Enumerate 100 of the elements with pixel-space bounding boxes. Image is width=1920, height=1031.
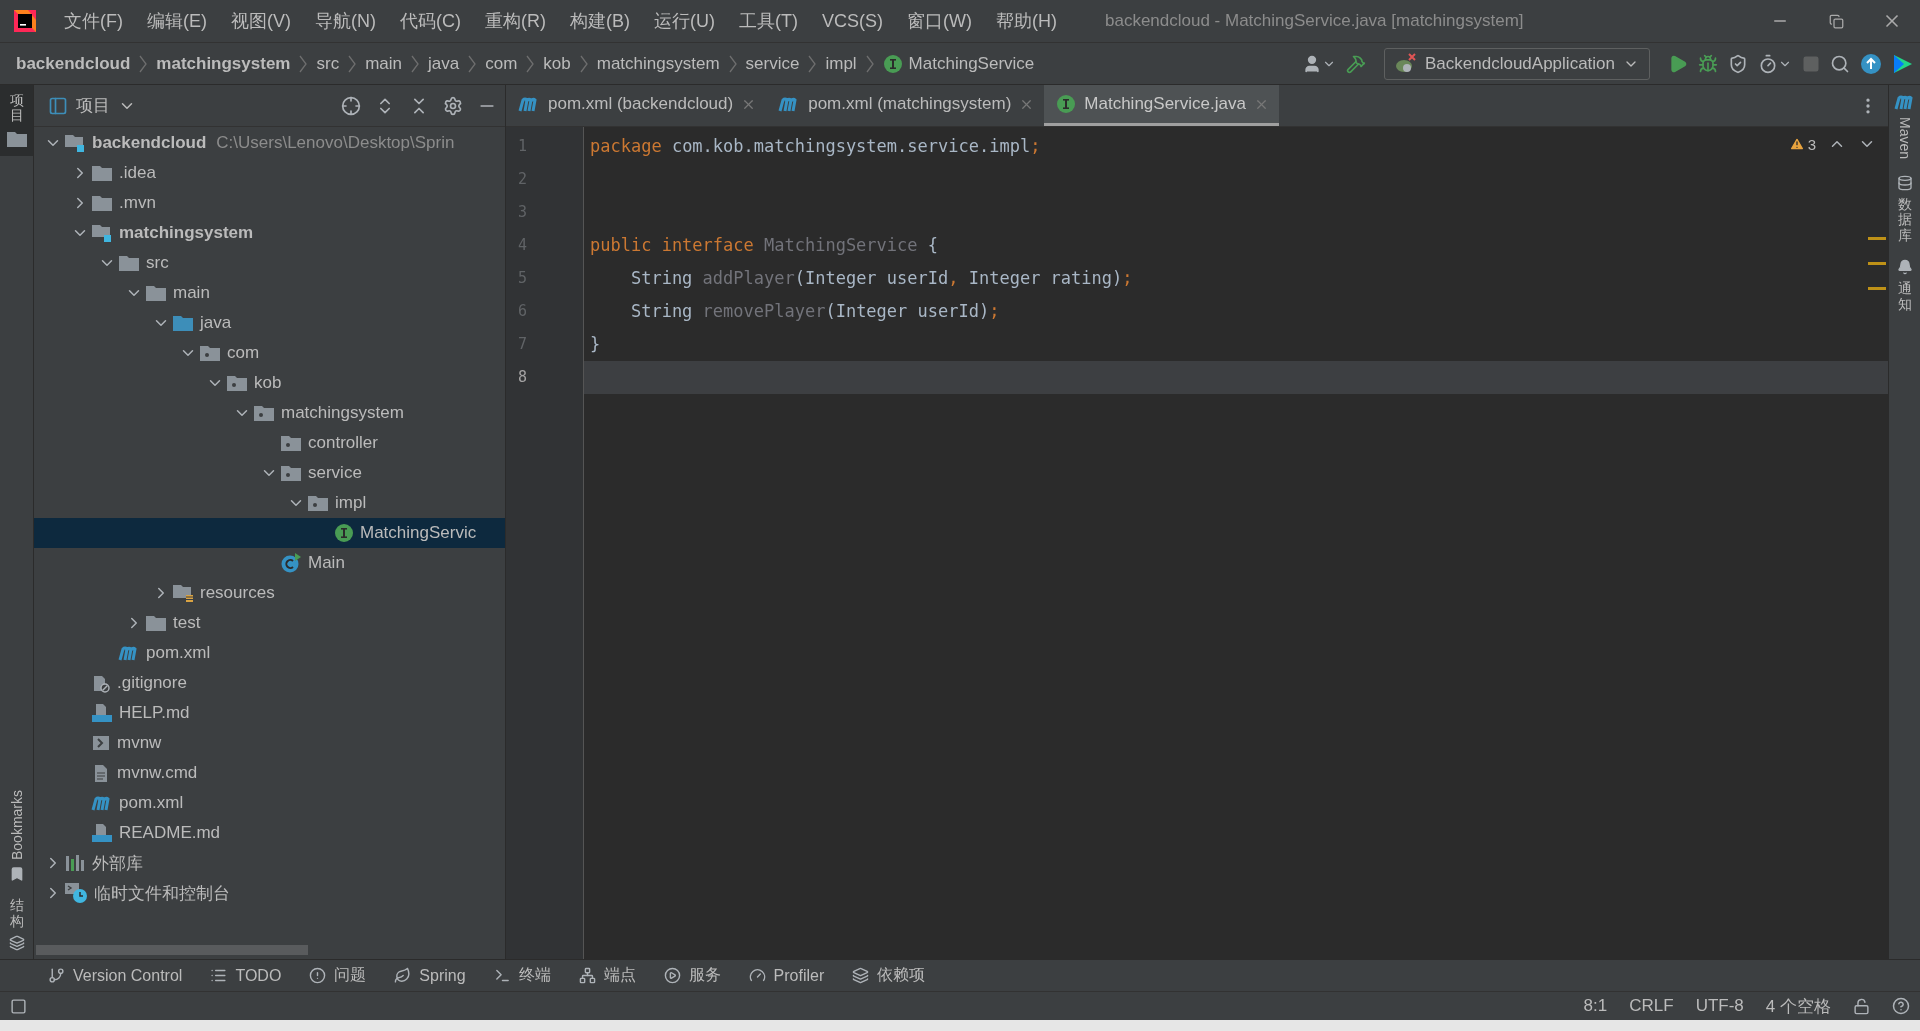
update-icon[interactable] xyxy=(1860,52,1882,75)
tree-item[interactable]: mvnw xyxy=(34,728,505,758)
breadcrumb[interactable]: matchingsystem xyxy=(156,53,291,74)
tree-item[interactable]: java xyxy=(34,308,505,338)
tree-item[interactable]: com xyxy=(34,338,505,368)
tool-window-tab[interactable]: 依赖项 xyxy=(852,965,926,986)
breadcrumb[interactable]: impl xyxy=(825,53,857,74)
tree-item[interactable]: mvnw.cmd xyxy=(34,758,505,788)
menu-item[interactable]: 构建(B) xyxy=(558,9,642,33)
breadcrumb[interactable]: kob xyxy=(543,53,571,74)
tool-window-tab[interactable]: 端点 xyxy=(578,965,636,986)
editor-tab[interactable]: pom.xml (backendcloud) xyxy=(506,85,767,126)
tree-item-label: test xyxy=(173,613,201,633)
debug-icon[interactable] xyxy=(1698,53,1718,74)
tree-item[interactable]: kob xyxy=(34,368,505,398)
status-item[interactable]: CRLF xyxy=(1629,996,1674,1016)
tool-window-button[interactable]: 结构 xyxy=(0,890,33,959)
tool-window-button[interactable]: 项目 xyxy=(0,85,33,156)
warning-marker xyxy=(1868,287,1886,290)
menu-item[interactable]: 导航(N) xyxy=(303,9,388,33)
menu-item[interactable]: 编辑(E) xyxy=(135,9,219,33)
tree-item[interactable]: backendcloud C:\Users\Lenovo\Desktop\Sprin xyxy=(34,128,505,158)
plugin-logo-icon[interactable] xyxy=(1892,52,1914,75)
tool-window-tab[interactable]: Version Control xyxy=(48,966,183,985)
tree-item[interactable]: impl xyxy=(34,488,505,518)
tree-item[interactable]: controller xyxy=(34,428,505,458)
breadcrumb[interactable]: service xyxy=(745,53,800,74)
menu-item[interactable]: 帮助(H) xyxy=(983,9,1069,33)
menu-item[interactable]: 运行(U) xyxy=(642,9,727,33)
menu-item[interactable]: 文件(F) xyxy=(52,9,135,33)
status-item[interactable]: 4 个空格 xyxy=(1765,994,1831,1018)
restore-icon[interactable] xyxy=(1828,13,1844,29)
tree-item[interactable]: MatchingServic xyxy=(34,518,505,548)
tool-window-tab[interactable]: 服务 xyxy=(663,965,721,986)
tree-item[interactable]: test xyxy=(34,608,505,638)
tree-item[interactable]: README.md xyxy=(34,818,505,848)
window-title: backendcloud - MatchingService.java [matchingsystem] xyxy=(1104,11,1524,31)
breadcrumb[interactable]: main xyxy=(365,53,402,74)
status-item[interactable]: 8:1 xyxy=(1583,996,1608,1016)
breadcrumb[interactable]: matchingsystem xyxy=(596,53,720,74)
menu-item[interactable]: 工具(T) xyxy=(727,9,810,33)
folder-icon xyxy=(145,284,167,302)
search-icon[interactable] xyxy=(1830,53,1850,74)
tree-item[interactable]: 外部库 xyxy=(34,848,505,878)
tree-item[interactable]: service xyxy=(34,458,505,488)
tree-item[interactable]: .mvn xyxy=(34,188,505,218)
run-icon[interactable] xyxy=(1668,53,1688,74)
menu-item[interactable]: 窗口(W) xyxy=(895,9,984,33)
tool-window-tab[interactable]: 终端 xyxy=(493,965,551,986)
locate-icon[interactable] xyxy=(341,95,361,116)
tool-window-tab[interactable]: Profiler xyxy=(748,966,825,985)
warnings-indicator[interactable]: 3 xyxy=(1788,135,1816,153)
profiler-icon[interactable] xyxy=(1758,53,1792,74)
panel-title[interactable]: 项目 xyxy=(76,94,110,117)
menu-item[interactable]: VCS(S) xyxy=(809,10,895,32)
tree-item[interactable]: resources xyxy=(34,578,505,608)
breadcrumb[interactable]: java xyxy=(428,53,460,74)
tool-window-button[interactable]: 通知 xyxy=(1889,251,1920,320)
network-icon xyxy=(578,967,596,984)
code-line: String removePlayer(Integer userId); xyxy=(629,300,1000,323)
tool-window-button[interactable]: Maven xyxy=(1889,85,1920,168)
editor-tab[interactable]: pom.xml (matchingsystem) xyxy=(766,85,1045,126)
status-item[interactable]: UTF-8 xyxy=(1695,996,1744,1016)
tree-item[interactable]: 临时文件和控制台 xyxy=(34,878,505,908)
package-icon xyxy=(280,464,302,482)
tree-item[interactable]: .gitignore xyxy=(34,668,505,698)
tree-item[interactable]: src xyxy=(34,248,505,278)
menu-item[interactable]: 视图(V) xyxy=(219,9,303,33)
tool-window-tab[interactable]: 问题 xyxy=(309,965,367,986)
breadcrumb[interactable]: MatchingService xyxy=(882,53,1035,74)
tree-item[interactable]: main xyxy=(34,278,505,308)
tree-item[interactable]: pom.xml xyxy=(34,638,505,668)
breadcrumb[interactable]: src xyxy=(316,53,340,74)
tree-item[interactable]: pom.xml xyxy=(34,788,505,818)
app-logo-icon xyxy=(12,8,38,34)
tree-item[interactable]: HELP.md xyxy=(34,698,505,728)
help-icon[interactable] xyxy=(1892,997,1910,1015)
settings-icon[interactable] xyxy=(443,95,463,116)
tree-item-label: README.md xyxy=(119,823,221,843)
tool-window-button[interactable]: 数据库 xyxy=(1889,167,1920,252)
tool-window-button[interactable]: Bookmarks xyxy=(0,782,33,891)
editor-tab[interactable]: MatchingService.java xyxy=(1044,85,1279,126)
run-configuration-dropdown[interactable]: BackendcloudApplication xyxy=(1384,47,1650,80)
tree-item[interactable]: matchingsystem xyxy=(34,218,505,248)
breadcrumb[interactable]: backendcloud xyxy=(16,53,131,74)
tree-item[interactable]: matchingsystem xyxy=(34,398,505,428)
coverage-icon[interactable] xyxy=(1728,53,1748,74)
chevron-icon xyxy=(467,53,478,74)
menu-item[interactable]: 代码(C) xyxy=(388,9,473,33)
tree-item[interactable]: Main xyxy=(34,548,505,578)
hammer-icon[interactable] xyxy=(1346,53,1367,74)
breadcrumb[interactable]: com xyxy=(485,53,518,74)
tree-item[interactable]: .idea xyxy=(34,158,505,188)
lock-icon[interactable] xyxy=(1853,997,1870,1015)
tool-window-tab[interactable]: TODO xyxy=(210,966,282,985)
layout-toggle-icon[interactable] xyxy=(10,997,27,1015)
tool-window-tab[interactable]: Spring xyxy=(394,966,466,985)
folder-icon xyxy=(91,194,113,212)
menu-item[interactable]: 重构(R) xyxy=(473,9,558,33)
code-line: String addPlayer(Integer userId, Integer rating); xyxy=(629,267,1133,290)
